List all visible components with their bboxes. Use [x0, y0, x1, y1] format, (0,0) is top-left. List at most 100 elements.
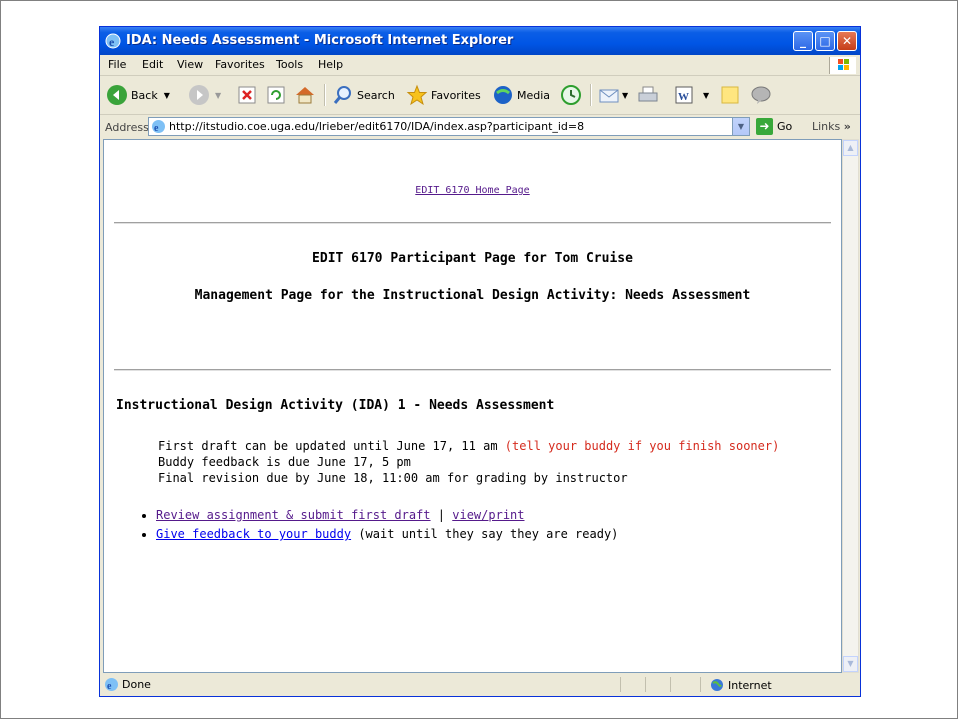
- final-revision-line: Final revision due by June 18, 11:00 am …: [158, 471, 628, 485]
- scroll-up-icon[interactable]: ▲: [843, 140, 858, 156]
- svg-text:e: e: [109, 35, 115, 49]
- internet-explorer-icon: e: [105, 33, 121, 49]
- action-list: Review assignment & submit first draft |…: [136, 506, 618, 544]
- home-button[interactable]: [294, 83, 316, 107]
- stop-icon: [238, 86, 256, 104]
- svg-text:W: W: [678, 91, 689, 103]
- scroll-down-icon[interactable]: ▼: [843, 656, 858, 672]
- page-icon: e: [152, 120, 165, 134]
- go-button[interactable]: ➜ Go: [756, 118, 792, 135]
- home-link-container: EDIT 6170 Home Page: [104, 185, 841, 196]
- deadline-list: First draft can be updated until June 17…: [158, 438, 779, 486]
- home-page-link[interactable]: EDIT 6170 Home Page: [415, 185, 529, 196]
- status-bar: e Done Internet: [100, 674, 860, 696]
- sticky-note-icon: [721, 86, 739, 104]
- first-draft-line: First draft can be updated until June 17…: [158, 438, 779, 454]
- mail-dropdown-icon[interactable]: ▼: [622, 91, 628, 100]
- link-separator: |: [437, 508, 446, 522]
- list-item: Review assignment & submit first draft |…: [156, 506, 618, 525]
- window-title: IDA: Needs Assessment - Microsoft Intern…: [126, 33, 514, 48]
- go-label: Go: [777, 120, 793, 133]
- page-content[interactable]: EDIT 6170 Home Page EDIT 6170 Participan…: [103, 139, 842, 673]
- refresh-icon: [267, 86, 285, 104]
- menu-bar: File Edit View Favorites Tools Help: [100, 55, 860, 76]
- history-icon: [561, 85, 581, 105]
- menu-view[interactable]: View: [177, 58, 203, 71]
- back-dropdown-icon[interactable]: ▼: [164, 91, 170, 100]
- go-arrow-icon: ➜: [756, 118, 773, 135]
- favorites-label: Favorites: [431, 88, 481, 102]
- edit-button[interactable]: W ▼: [674, 83, 709, 107]
- menu-tools[interactable]: Tools: [276, 58, 303, 71]
- security-zone: Internet: [710, 678, 772, 692]
- favorites-star-icon: [406, 84, 428, 106]
- favorites-button[interactable]: Favorites: [406, 83, 481, 107]
- close-button[interactable]: ✕: [837, 31, 857, 51]
- address-label: Address: [105, 121, 149, 134]
- edit-dropdown-icon[interactable]: ▼: [703, 91, 709, 100]
- search-button[interactable]: Search: [332, 83, 395, 107]
- back-button[interactable]: Back ▼: [106, 83, 170, 107]
- divider: [114, 222, 831, 224]
- menu-file[interactable]: File: [108, 58, 126, 71]
- zone-label: Internet: [728, 678, 772, 692]
- status-divider: [670, 677, 671, 692]
- management-heading: Management Page for the Instructional De…: [194, 288, 751, 303]
- first-draft-text: First draft can be updated until June 17…: [158, 439, 498, 453]
- address-dropdown-icon[interactable]: ▼: [732, 118, 749, 135]
- back-label: Back: [131, 88, 158, 102]
- first-draft-note: (tell your buddy if you finish sooner): [504, 439, 780, 453]
- links-button[interactable]: Links »: [812, 120, 851, 133]
- section-title: Instructional Design Activity (IDA) 1 - …: [116, 398, 555, 413]
- discuss-button[interactable]: [719, 83, 741, 107]
- vertical-scrollbar[interactable]: ▲ ▼: [842, 139, 859, 673]
- address-bar: Address e http://itstudio.coe.uga.edu/lr…: [100, 115, 860, 139]
- media-button[interactable]: Media: [492, 83, 550, 107]
- status-divider: [645, 677, 646, 692]
- menu-help[interactable]: Help: [318, 58, 343, 71]
- view-print-link[interactable]: view/print: [452, 508, 524, 522]
- globe-icon: [711, 679, 723, 691]
- stop-button[interactable]: [237, 83, 257, 107]
- history-button[interactable]: [560, 83, 582, 107]
- toolbar-separator: [590, 84, 592, 106]
- browser-window: e IDA: Needs Assessment - Microsoft Inte…: [99, 26, 861, 697]
- status-divider: [620, 677, 621, 692]
- menu-edit[interactable]: Edit: [142, 58, 163, 71]
- toolbar-separator: [324, 84, 326, 106]
- refresh-button[interactable]: [266, 83, 286, 107]
- media-icon: [494, 86, 512, 104]
- forward-button[interactable]: ▼: [188, 83, 221, 107]
- title-bar[interactable]: e IDA: Needs Assessment - Microsoft Inte…: [100, 27, 860, 55]
- maximize-button[interactable]: □: [815, 31, 835, 51]
- windows-logo-icon: [829, 57, 856, 74]
- buddy-feedback-line: Buddy feedback is due June 17, 5 pm: [158, 455, 411, 469]
- participant-heading: EDIT 6170 Participant Page for Tom Cruis…: [312, 251, 633, 266]
- links-label: Links: [812, 120, 841, 133]
- messenger-icon: [751, 86, 771, 104]
- address-input[interactable]: e http://itstudio.coe.uga.edu/lrieber/ed…: [148, 117, 750, 136]
- mail-button[interactable]: ▼: [598, 83, 628, 107]
- status-text: Done: [122, 678, 151, 691]
- svg-text:e: e: [107, 681, 112, 692]
- review-assignment-link[interactable]: Review assignment & submit first draft: [156, 508, 431, 522]
- status-divider: [700, 677, 701, 692]
- list-item: Give feedback to your buddy (wait until …: [156, 525, 618, 544]
- svg-text:e: e: [154, 123, 159, 134]
- messenger-button[interactable]: [750, 83, 772, 107]
- media-label: Media: [517, 88, 551, 102]
- print-button[interactable]: [637, 83, 659, 107]
- search-icon: [333, 86, 351, 104]
- give-feedback-link[interactable]: Give feedback to your buddy: [156, 527, 351, 541]
- chevron-right-icon: »: [843, 120, 851, 133]
- menu-favorites[interactable]: Favorites: [215, 58, 265, 71]
- search-label: Search: [357, 88, 395, 102]
- divider: [114, 369, 831, 371]
- forward-arrow-icon: [189, 85, 209, 105]
- page-done-icon: e: [105, 678, 118, 692]
- standard-toolbar: Back ▼ ▼ Search Favorites Media ▼ W ▼: [100, 76, 860, 115]
- feedback-note: (wait until they say they are ready): [358, 527, 619, 541]
- minimize-button[interactable]: _: [793, 31, 813, 51]
- forward-dropdown-icon[interactable]: ▼: [215, 91, 221, 100]
- address-url: http://itstudio.coe.uga.edu/lrieber/edit…: [169, 120, 585, 133]
